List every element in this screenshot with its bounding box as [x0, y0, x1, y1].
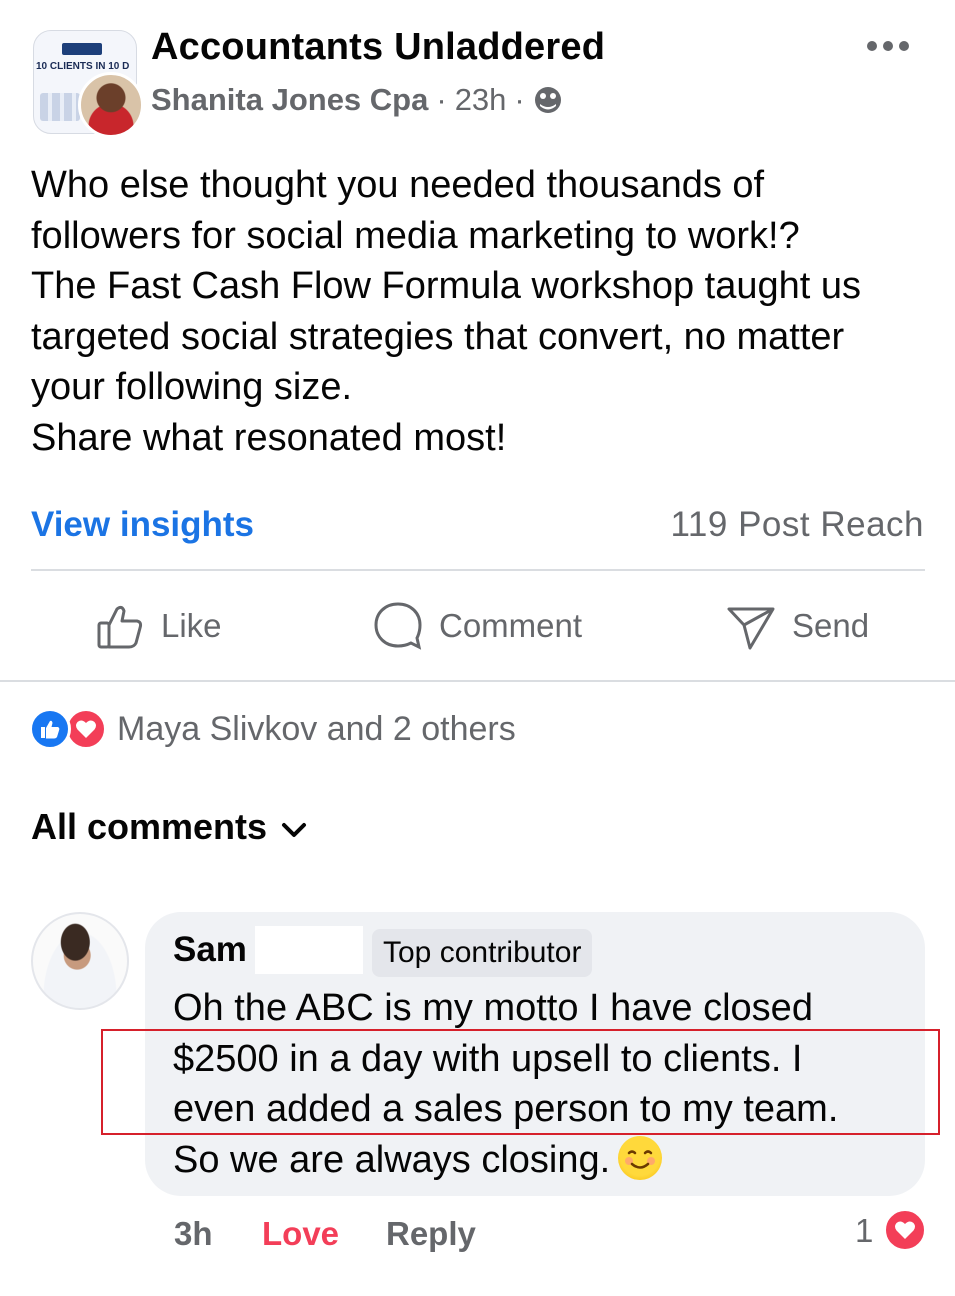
group-name[interactable]: Accountants Unladdered — [151, 26, 605, 69]
chevron-down-icon — [281, 806, 307, 848]
group-avatar-thumbnails — [40, 93, 80, 121]
divider — [31, 569, 925, 571]
divider — [0, 680, 955, 682]
smiling-face-emoji — [618, 1135, 663, 1180]
highlight-annotation-box — [101, 1029, 940, 1135]
reactions-text: Maya Slivkov and 2 others — [117, 709, 516, 748]
meta-separator: · — [514, 82, 525, 117]
comment-reaction-count[interactable]: 1 — [855, 1212, 873, 1250]
post-reach: 119 Post Reach — [670, 505, 924, 544]
meta-separator: · — [436, 82, 447, 117]
comments-filter-dropdown[interactable]: All comments — [31, 806, 307, 848]
like-label: Like — [161, 607, 222, 644]
comment-bubble-icon — [373, 601, 423, 651]
love-reaction-icon[interactable] — [883, 1208, 927, 1252]
top-contributor-badge: Top contributor — [372, 929, 593, 977]
reactions-summary[interactable]: Maya Slivkov and 2 others — [29, 708, 516, 750]
globe-icon — [533, 85, 563, 115]
commenter-name[interactable]: Sam — [173, 930, 247, 970]
like-reaction-icon — [29, 708, 71, 750]
love-reaction-icon — [65, 708, 107, 750]
post-body: Who else thought you needed thousands of… — [31, 164, 862, 459]
post-meta: Shanita Jones Cpa · 23h · — [151, 82, 563, 118]
more-horizontal-icon[interactable] — [866, 36, 910, 56]
send-button[interactable]: Send — [726, 596, 869, 656]
commenter-avatar[interactable] — [31, 912, 129, 1010]
comment-time[interactable]: 3h — [174, 1215, 213, 1253]
view-insights-link[interactable]: View insights — [31, 505, 254, 545]
comment-reply-button[interactable]: Reply — [386, 1215, 476, 1253]
redacted-name-mask — [255, 926, 363, 974]
comment-button[interactable]: Comment — [373, 596, 582, 656]
send-label: Send — [792, 607, 870, 644]
comment-love-button[interactable]: Love — [262, 1215, 339, 1253]
like-button[interactable]: Like — [95, 596, 222, 656]
comments-filter-label: All comments — [31, 806, 268, 847]
thumbs-up-icon — [95, 601, 145, 651]
group-avatar-banner — [62, 43, 102, 55]
post-time[interactable]: 23h — [455, 82, 507, 118]
group-avatar-text: 10 CLIENTS IN 10 D — [36, 61, 130, 72]
author-avatar[interactable] — [78, 72, 144, 138]
send-icon — [726, 601, 776, 651]
author-name[interactable]: Shanita Jones Cpa — [151, 82, 428, 118]
comment-label: Comment — [439, 607, 583, 644]
